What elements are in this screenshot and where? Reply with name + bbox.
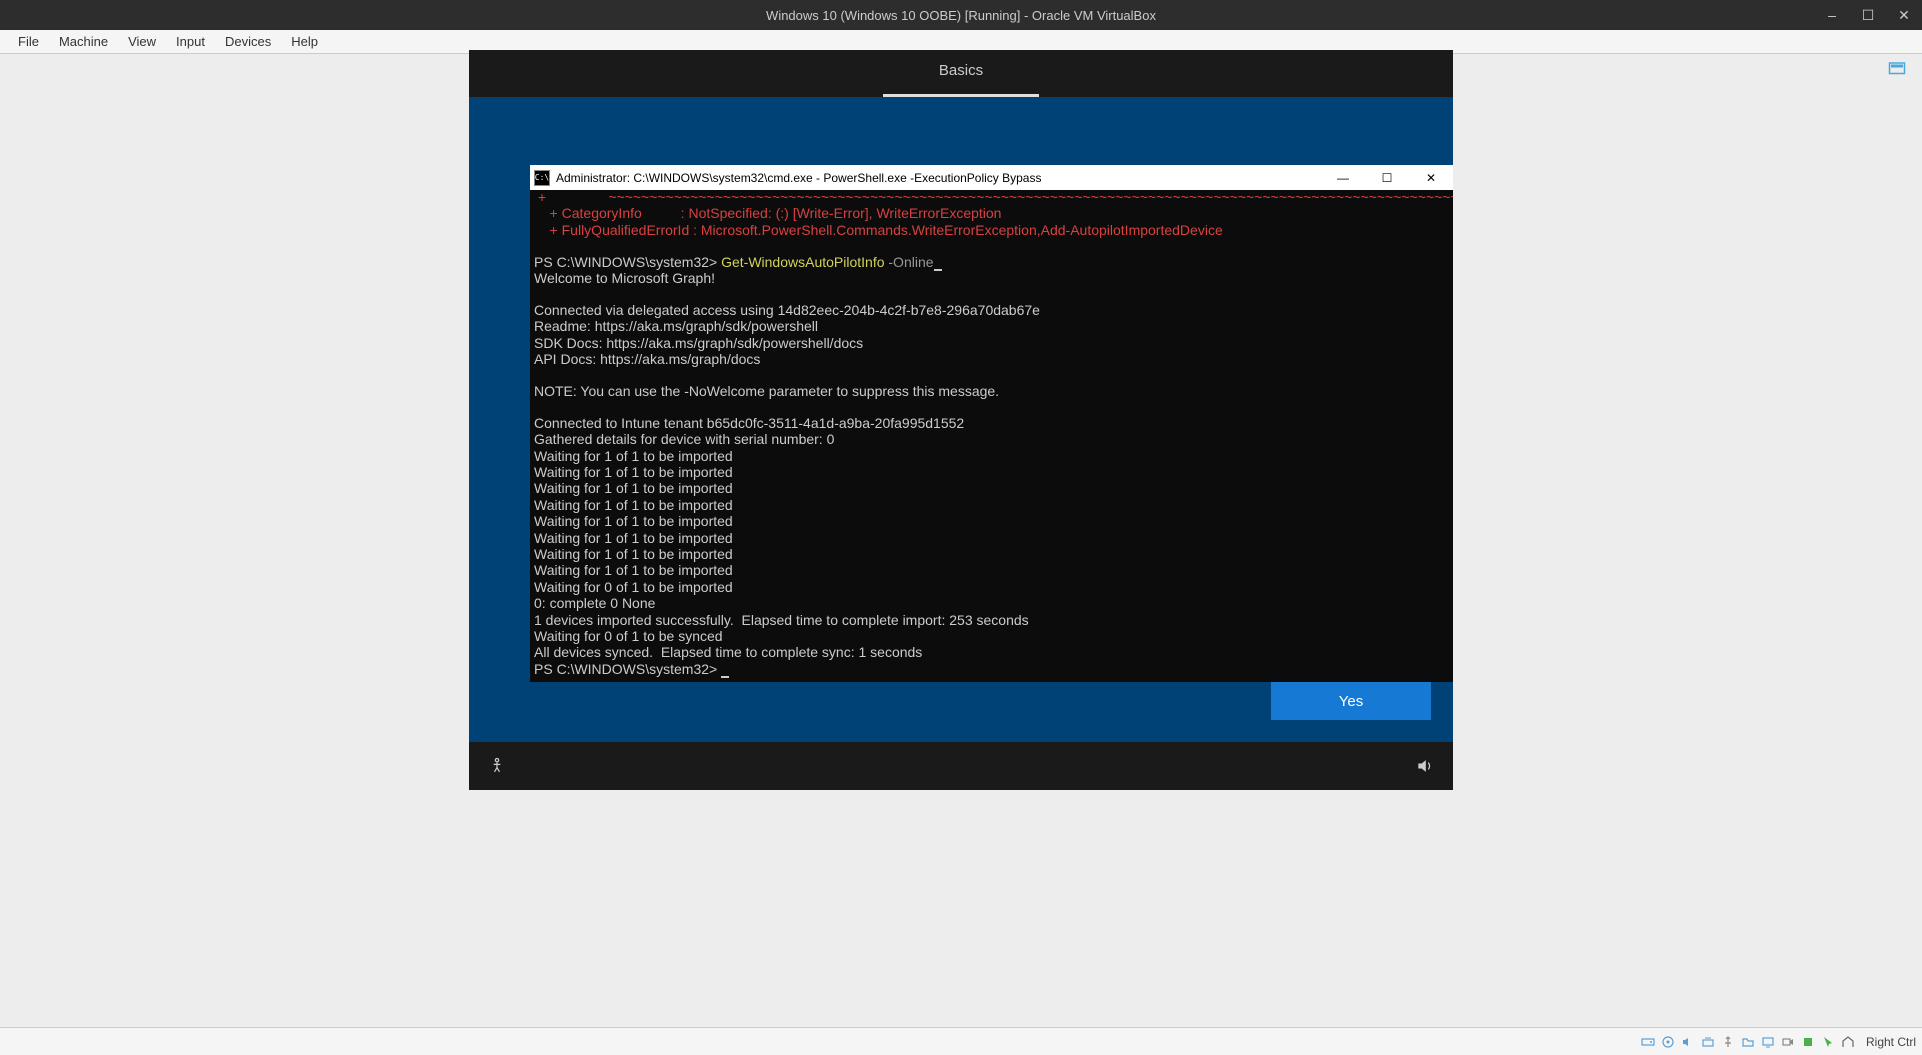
ps-arg: -Online — [885, 254, 934, 270]
oobe-tab-basics[interactable]: Basics — [883, 50, 1039, 97]
close-button[interactable]: ✕ — [1886, 0, 1922, 30]
maximize-button[interactable]: ☐ — [1850, 0, 1886, 30]
shared-folders-icon[interactable] — [1740, 1034, 1756, 1050]
welcome-line: Welcome to Microsoft Graph! — [534, 270, 715, 286]
oobe-body: C:\ Administrator: C:\WINDOWS\system32\c… — [469, 97, 1453, 742]
ps-prompt-2: PS C:\WINDOWS\system32> — [534, 661, 721, 677]
cmd-icon: C:\ — [534, 170, 550, 186]
cmd-minimize-button[interactable]: — — [1321, 165, 1365, 190]
readme-line: Readme: https://aka.ms/graph/sdk/powersh… — [534, 318, 818, 334]
cpu-icon[interactable] — [1800, 1034, 1816, 1050]
error-line-tilde: + ~~~~~~~~~~~~~~~~~~~~~~~~~~~~~~~~~~~~~~… — [534, 190, 1453, 205]
cmd-close-button[interactable]: ✕ — [1409, 165, 1453, 190]
yes-button[interactable]: Yes — [1271, 682, 1431, 720]
host-key-label: Right Ctrl — [1866, 1035, 1916, 1049]
sync-wait-line: Waiting for 0 of 1 to be synced — [534, 628, 723, 644]
cmd-window[interactable]: C:\ Administrator: C:\WINDOWS\system32\c… — [530, 165, 1453, 682]
menu-devices[interactable]: Devices — [215, 34, 281, 49]
menu-file[interactable]: File — [8, 34, 49, 49]
cmd-titlebar[interactable]: C:\ Administrator: C:\WINDOWS\system32\c… — [530, 165, 1453, 190]
wait-line: Waiting for 1 of 1 to be imported — [534, 546, 733, 562]
volume-icon[interactable] — [1415, 756, 1435, 776]
api-line: API Docs: https://aka.ms/graph/docs — [534, 351, 760, 367]
guest-display[interactable]: Basics C:\ Administrator: C:\WINDOWS\sys… — [469, 50, 1453, 790]
vbox-content: Basics C:\ Administrator: C:\WINDOWS\sys… — [0, 54, 1922, 1027]
vbox-titlebar: Windows 10 (Windows 10 OOBE) [Running] -… — [0, 0, 1922, 30]
host-statusbar: Right Ctrl — [0, 1027, 1922, 1055]
wait-line: Waiting for 0 of 1 to be imported — [534, 579, 733, 595]
cmd-maximize-button[interactable]: ☐ — [1365, 165, 1409, 190]
wait-line: Waiting for 1 of 1 to be imported — [534, 497, 733, 513]
network-icon[interactable] — [1700, 1034, 1716, 1050]
error-fqid: + FullyQualifiedErrorId : Microsoft.Powe… — [534, 222, 1223, 238]
audio-icon[interactable] — [1680, 1034, 1696, 1050]
hdd-icon[interactable] — [1640, 1034, 1656, 1050]
cursor-icon — [934, 269, 942, 271]
cmd-output[interactable]: + ~~~~~~~~~~~~~~~~~~~~~~~~~~~~~~~~~~~~~~… — [530, 190, 1453, 682]
connected-line: Connected via delegated access using 14d… — [534, 302, 1040, 318]
optical-icon[interactable] — [1660, 1034, 1676, 1050]
wait-line: Waiting for 1 of 1 to be imported — [534, 464, 733, 480]
accessibility-icon[interactable] — [487, 756, 507, 776]
cursor-icon — [721, 676, 729, 678]
sync-done-line: All devices synced. Elapsed time to comp… — [534, 644, 922, 660]
cmd-window-controls: — ☐ ✕ — [1321, 165, 1453, 190]
menu-help[interactable]: Help — [281, 34, 328, 49]
oobe-footer — [469, 742, 1453, 790]
menu-view[interactable]: View — [118, 34, 166, 49]
note-line: NOTE: You can use the -NoWelcome paramet… — [534, 383, 999, 399]
wait-line: Waiting for 1 of 1 to be imported — [534, 480, 733, 496]
error-category: + CategoryInfo : NotSpecified: (:) [Writ… — [534, 205, 1001, 221]
cmd-title: Administrator: C:\WINDOWS\system32\cmd.e… — [556, 171, 1041, 185]
tenant-line: Connected to Intune tenant b65dc0fc-3511… — [534, 415, 964, 431]
wait-line: Waiting for 1 of 1 to be imported — [534, 448, 733, 464]
keyboard-icon[interactable] — [1840, 1034, 1856, 1050]
vbox-title: Windows 10 (Windows 10 OOBE) [Running] -… — [766, 8, 1156, 23]
menu-machine[interactable]: Machine — [49, 34, 118, 49]
minimize-button[interactable]: – — [1814, 0, 1850, 30]
usb-icon[interactable] — [1720, 1034, 1736, 1050]
ps-prompt-1: PS C:\WINDOWS\system32> — [534, 254, 721, 270]
notification-icon[interactable] — [1888, 60, 1906, 78]
gather-line: Gathered details for device with serial … — [534, 431, 834, 447]
oobe-header: Basics — [469, 50, 1453, 97]
sdk-line: SDK Docs: https://aka.ms/graph/sdk/power… — [534, 335, 863, 351]
recording-icon[interactable] — [1780, 1034, 1796, 1050]
mouse-integration-icon[interactable] — [1820, 1034, 1836, 1050]
menu-input[interactable]: Input — [166, 34, 215, 49]
wait-line: Waiting for 1 of 1 to be imported — [534, 513, 733, 529]
wait-line: Waiting for 1 of 1 to be imported — [534, 530, 733, 546]
ps-command: Get-WindowsAutoPilotInfo — [721, 254, 884, 270]
vbox-window-controls: – ☐ ✕ — [1814, 0, 1922, 30]
display-icon[interactable] — [1760, 1034, 1776, 1050]
complete-line: 0: complete 0 None — [534, 595, 655, 611]
wait-line: Waiting for 1 of 1 to be imported — [534, 562, 733, 578]
imported-line: 1 devices imported successfully. Elapsed… — [534, 612, 1029, 628]
